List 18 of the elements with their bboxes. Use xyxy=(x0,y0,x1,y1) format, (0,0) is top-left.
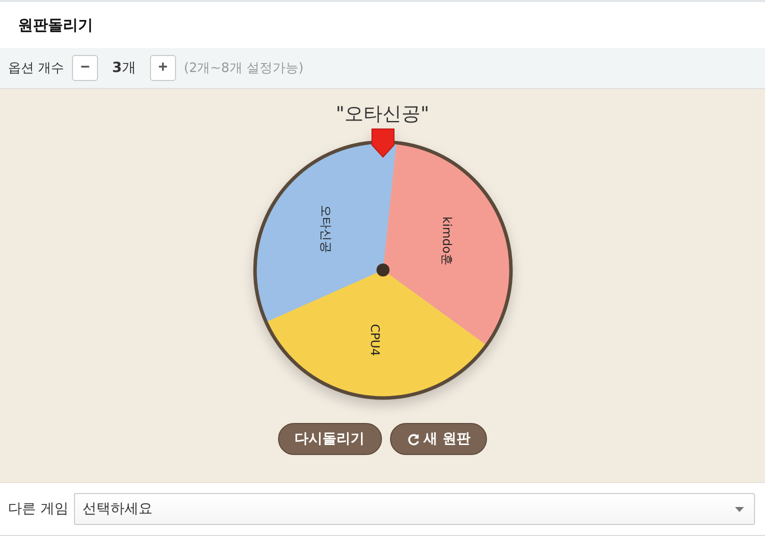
option-range-hint: (2개~8개 설정가능) xyxy=(184,60,304,77)
option-count-label: 옵션 개수 xyxy=(8,60,64,77)
segment-label: kimdo훈 xyxy=(440,216,454,268)
game-select[interactable]: 선택하세요 xyxy=(74,493,755,525)
option-count: 3개 xyxy=(111,59,137,77)
segment-label: CPU4 xyxy=(368,322,382,358)
refresh-icon xyxy=(406,432,420,446)
segment-label: 오타신공 xyxy=(318,204,333,255)
result-title: "오타신공" xyxy=(336,102,430,127)
page-title: 원판돌리기 xyxy=(18,16,93,34)
other-game-label: 다른 게임 xyxy=(8,500,68,518)
new-wheel-button[interactable]: 새 원판 xyxy=(390,423,488,455)
increase-button[interactable]: + xyxy=(150,55,176,81)
pointer-icon xyxy=(370,127,396,159)
dropdown-caret-icon xyxy=(735,506,744,512)
wheel-hub xyxy=(376,264,389,276)
spin-again-button[interactable]: 다시돌리기 xyxy=(278,423,382,455)
decrease-button[interactable]: − xyxy=(72,55,98,81)
